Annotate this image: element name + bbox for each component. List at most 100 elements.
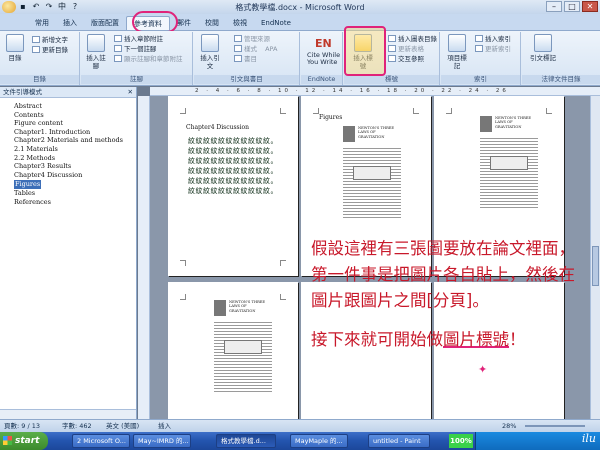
taskbar-button-format-doc[interactable]: 格式教學檔.d... — [216, 434, 276, 448]
insert-footnote-button[interactable]: 插入註腳 — [84, 34, 108, 70]
language-status[interactable]: 英文 (美國) — [106, 420, 139, 432]
cross-reference-icon — [388, 55, 396, 62]
group-footnotes: 插入註腳 插入章節附註 下一個註腳 顯示註腳和章節附註 註腳 — [81, 32, 193, 85]
tutorial-annotation: 假設這裡有三張圖要放在論文裡面，第一件事是把圖片各自貼上，然後在圖片跟圖片之間[… — [311, 236, 583, 353]
nav-item-figures[interactable]: Figures — [14, 180, 42, 189]
next-footnote-button[interactable]: 下一個註腳 — [114, 45, 157, 54]
nav-item-chapter4[interactable]: Chapter4 Discussion — [14, 171, 136, 180]
document-map-pane: 文件引導模式 ✕ Abstract Contents Figure conten… — [0, 87, 137, 419]
page-count[interactable]: 頁數: 9 / 13 — [4, 420, 40, 432]
zoom-slider[interactable] — [525, 425, 585, 427]
nav-item-chapter2[interactable]: Chapter2 Materials and methods — [14, 136, 136, 145]
group-label-toc: 目錄 — [0, 75, 79, 84]
vertical-scrollbar[interactable] — [590, 96, 600, 419]
crop-mark — [280, 108, 286, 114]
group-toc: 目錄 新增文字 更新目錄 目錄 — [0, 32, 80, 85]
figure-inset-box — [224, 340, 262, 354]
add-text-button[interactable]: 新增文字 — [32, 36, 68, 45]
table-of-figures-icon — [388, 35, 396, 42]
crop-mark — [280, 294, 286, 300]
insert-index-icon — [475, 35, 483, 42]
update-toc-button[interactable]: 更新目錄 — [32, 46, 68, 55]
maximize-button[interactable]: □ — [564, 1, 580, 12]
update-index-icon — [475, 45, 483, 52]
taskbar-button-maymaple[interactable]: MayMaple 的... — [290, 434, 348, 448]
tab-home[interactable]: 常用 — [28, 16, 56, 30]
ribbon: 目錄 新增文字 更新目錄 目錄 插入註腳 插入章節附註 下一個註腳 顯示註腳和章… — [0, 26, 600, 86]
zoom-badge: 100% — [449, 434, 473, 448]
crop-mark — [180, 108, 186, 114]
taskbar-button-may-imrd[interactable]: May~IMRD 的... — [133, 434, 191, 448]
zoom-level[interactable]: 28% — [502, 420, 516, 432]
mark-entry-button[interactable]: 項目標記 — [445, 34, 469, 70]
vertical-ruler[interactable] — [138, 96, 150, 419]
scrollbar-thumb[interactable] — [592, 246, 599, 286]
crop-mark — [180, 294, 186, 300]
title-bar: ▪ ↶ ↷ 中 ? 格式教學檔.docx - Microsoft Word – … — [0, 0, 600, 14]
insert-endnote-button[interactable]: 插入章節附註 — [114, 35, 163, 44]
style-icon — [234, 45, 242, 52]
group-index: 項目標記 插入索引 更新索引 索引 — [441, 32, 521, 85]
figure-text-lines — [343, 146, 401, 220]
update-index-button[interactable]: 更新索引 — [475, 45, 511, 54]
discussion-text-block: 紋紋紋紋紋紋紋紋紋紋紋。 紋紋紋紋紋紋紋紋紋紋紋。 紋紋紋紋紋紋紋紋紋紋紋。 紋紋紋紋… — [188, 136, 288, 206]
nav-item-figure-content[interactable]: Figure content — [14, 119, 136, 128]
update-icon — [32, 46, 40, 53]
taskbar-button-word-group[interactable]: 2 Microsoft O... — [72, 434, 130, 448]
tab-view[interactable]: 檢視 — [226, 16, 254, 30]
cross-reference-button[interactable]: 交互參照 — [388, 55, 424, 64]
tab-endnote[interactable]: EndNote — [254, 16, 298, 30]
update-table-button[interactable]: 更新表格 — [388, 45, 424, 54]
minimize-button[interactable]: – — [546, 1, 562, 12]
tab-review[interactable]: 校閱 — [198, 16, 226, 30]
add-text-icon — [32, 36, 40, 43]
insert-mode-status[interactable]: 插入 — [158, 420, 171, 432]
screenshot: { "window": { "title": "格式教學檔.docx - Mic… — [0, 0, 600, 450]
discussion-text-line: 紋紋紋紋紋紋紋紋紋紋紋。 — [188, 157, 278, 165]
cite-while-you-write-button[interactable]: Cite While You Write — [307, 52, 341, 66]
figure-title: NEWTON'S THREE LAWS OF GRAVITATION — [358, 126, 395, 139]
page-heading-chapter4: Chapter4 Discussion — [186, 124, 250, 131]
page-figure-3: NEWTON'S THREE LAWS OF GRAVITATION — [168, 282, 298, 419]
group-label-citations: 引文與書目 — [194, 75, 299, 84]
manage-sources-button[interactable]: 管理來源 — [234, 35, 270, 44]
crop-mark — [313, 108, 319, 114]
group-label-footnotes: 註腳 — [81, 75, 192, 84]
nav-item-abstract[interactable]: Abstract — [14, 102, 136, 111]
bibliography-button[interactable]: 書目 — [234, 55, 257, 64]
start-button[interactable]: start — [0, 432, 48, 450]
group-label-index: 索引 — [441, 75, 520, 84]
show-notes-button[interactable]: 顯示註腳和章節附註 — [114, 55, 183, 64]
close-button[interactable]: ✕ — [582, 1, 598, 12]
tab-insert[interactable]: 插入 — [56, 16, 84, 30]
close-pane-icon[interactable]: ✕ — [128, 87, 133, 98]
mark-citation-button[interactable]: 引文標記 — [528, 34, 558, 62]
nav-item-tables[interactable]: Tables — [14, 189, 136, 198]
nav-item-2-1[interactable]: 2.1 Materials — [14, 145, 136, 154]
discussion-text-line: 紋紋紋紋紋紋紋紋紋紋紋。 — [188, 177, 278, 185]
horizontal-ruler[interactable]: 2 · 4 · 6 · 8 · 10 · 12 · 14 · 16 · 18 ·… — [150, 87, 600, 96]
figure-1-image: NEWTON'S THREE LAWS OF GRAVITATION — [343, 126, 401, 221]
toc-icon — [6, 34, 24, 52]
style-select[interactable]: 樣式 APA — [234, 45, 277, 54]
insert-citation-button[interactable]: 插入引文 — [198, 34, 222, 70]
tab-page-layout[interactable]: 版面配置 — [84, 16, 126, 30]
nav-pane-horizontal-scrollbar[interactable] — [0, 409, 136, 419]
nav-item-references[interactable]: References — [14, 198, 136, 207]
figure-title: NEWTON'S THREE LAWS OF GRAVITATION — [229, 300, 266, 313]
taskbar-button-paint[interactable]: untitled - Paint — [368, 434, 430, 448]
ribbon-tab-bar: 常用 插入 版面配置 參考資料 郵件 校閱 檢視 EndNote — [0, 14, 600, 31]
annotation-paragraph-1: 假設這裡有三張圖要放在論文裡面，第一件事是把圖片各自貼上，然後在圖片跟圖片之間[… — [311, 239, 575, 310]
toc-button[interactable]: 目錄 — [3, 34, 27, 62]
insert-table-of-figures-button[interactable]: 插入圖表目錄 — [388, 35, 437, 44]
endnote-icon — [114, 35, 122, 42]
nav-item-2-2[interactable]: 2.2 Methods — [14, 154, 136, 163]
word-count[interactable]: 字數: 462 — [62, 420, 92, 432]
nav-item-contents[interactable]: Contents — [14, 111, 136, 120]
nav-item-chapter3[interactable]: Chapter3 Results — [14, 162, 136, 171]
taskbar: start 2 Microsoft O... May~IMRD 的... 格式教… — [0, 432, 600, 450]
nav-item-chapter1[interactable]: Chapter1. Introduction — [14, 128, 136, 137]
footnote-icon — [87, 34, 105, 52]
discussion-text-line: 紋紋紋紋紋紋紋紋紋紋紋。 — [188, 147, 278, 155]
insert-index-button[interactable]: 插入索引 — [475, 35, 511, 44]
